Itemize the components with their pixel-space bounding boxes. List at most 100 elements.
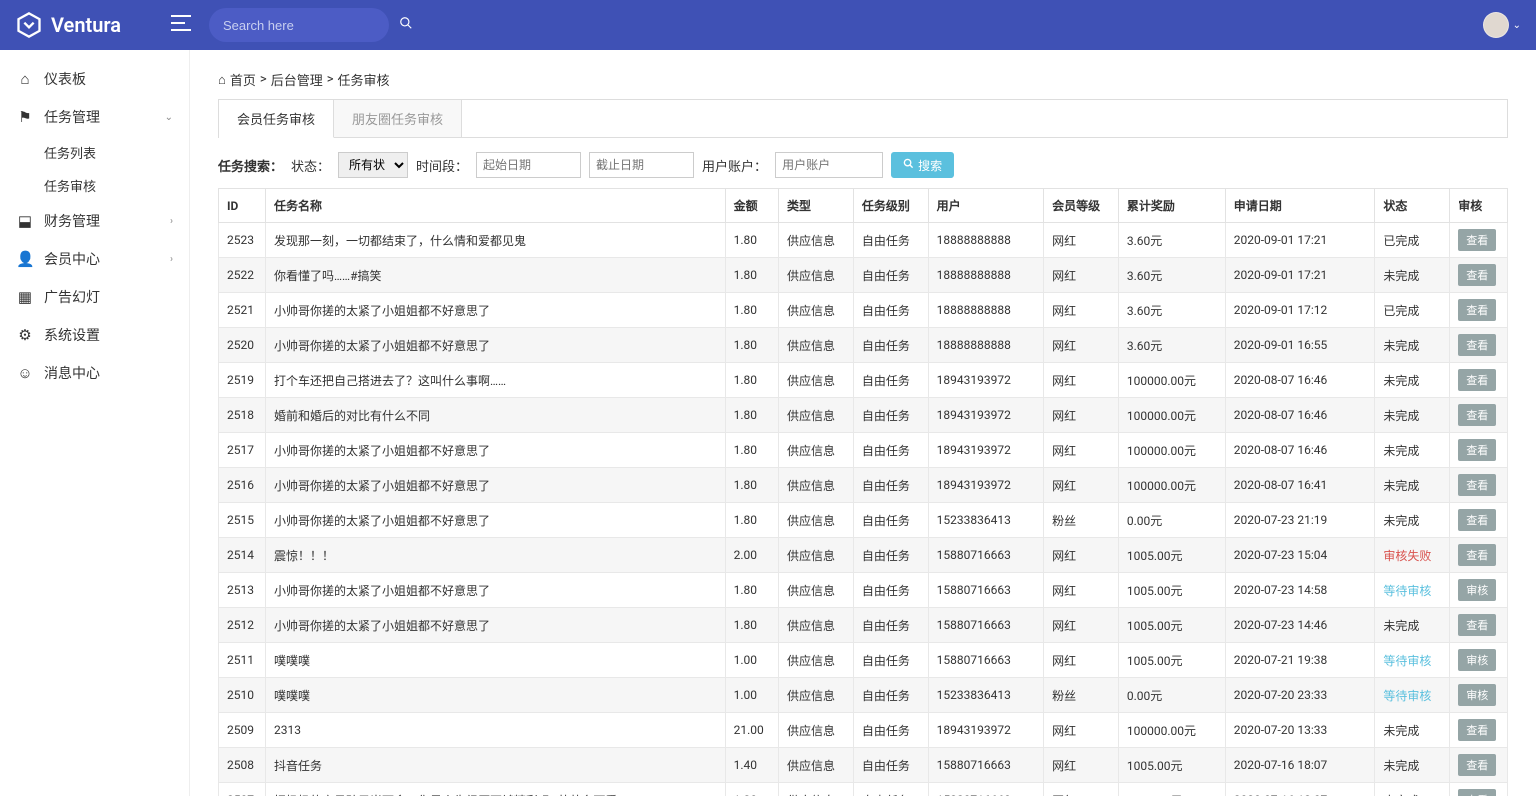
search-button[interactable]: 搜索 (891, 152, 954, 178)
row-action-button[interactable]: 审核 (1458, 649, 1496, 671)
cell-grade: 网红 (1044, 608, 1119, 643)
table-row: 2507把奶奶的宝贝孙子当雨伞，你是人生经历不够精彩吗#茶茶多可爱1.80供应信… (219, 783, 1508, 796)
breadcrumb-home[interactable]: 首页 (230, 70, 256, 89)
cell-id: 2510 (219, 678, 266, 713)
sidebar-item-member[interactable]: 👤 会员中心 › (0, 240, 189, 278)
cell-amount: 1.80 (725, 608, 778, 643)
search-icon (903, 158, 914, 172)
global-search[interactable] (209, 8, 389, 42)
filter-label: 任务搜索： (218, 156, 283, 175)
task-table: ID 任务名称 金额 类型 任务级别 用户 会员等级 累计奖励 申请日期 状态 … (218, 188, 1508, 796)
filter-bar: 任务搜索： 状态： 所有状态 时间段： 用户账户： 搜索 (218, 138, 1508, 188)
cell-user: 18943193972 (928, 468, 1043, 503)
cell-reward: 1005.00元 (1118, 573, 1225, 608)
cell-type: 供应信息 (779, 538, 854, 573)
row-action-button[interactable]: 查看 (1458, 264, 1496, 286)
cell-grade: 粉丝 (1044, 678, 1119, 713)
brand-text: Ventura (51, 13, 121, 37)
row-action-button[interactable]: 查看 (1458, 299, 1496, 321)
cell-name: 发现那一刻，一切都结束了，什么情和爱都见鬼 (266, 223, 726, 258)
cell-id: 2517 (219, 433, 266, 468)
cell-level: 自由任务 (853, 713, 928, 748)
breadcrumb-back[interactable]: 后台管理 (271, 70, 323, 89)
brand[interactable]: Ventura (15, 11, 121, 39)
cell-user: 18888888888 (928, 223, 1043, 258)
menu-toggle-icon[interactable] (171, 15, 191, 35)
sidebar-item-dashboard[interactable]: ⌂ 仪表板 (0, 60, 189, 98)
row-action-button[interactable]: 查看 (1458, 754, 1496, 776)
row-action-button[interactable]: 查看 (1458, 369, 1496, 391)
cell-user: 18943193972 (928, 713, 1043, 748)
cell-grade: 网红 (1044, 643, 1119, 678)
cell-grade: 网红 (1044, 538, 1119, 573)
sidebar-item-task-mgmt[interactable]: ⚑ 任务管理 ⌄ (0, 98, 189, 136)
row-action-button[interactable]: 审核 (1458, 579, 1496, 601)
cell-type: 供应信息 (779, 503, 854, 538)
cell-type: 供应信息 (779, 783, 854, 796)
sidebar-item-label: 财务管理 (44, 211, 100, 231)
cell-id: 2515 (219, 503, 266, 538)
sidebar-item-ad[interactable]: ▦ 广告幻灯 (0, 278, 189, 316)
account-input[interactable] (775, 152, 883, 178)
cell-id: 2519 (219, 363, 266, 398)
cell-amount: 1.80 (725, 503, 778, 538)
cell-amount: 1.80 (725, 223, 778, 258)
cell-level: 自由任务 (853, 433, 928, 468)
table-row: 2521小帅哥你搓的太紧了小姐姐都不好意思了1.80供应信息自由任务188888… (219, 293, 1508, 328)
cell-amount: 2.00 (725, 538, 778, 573)
row-action-button[interactable]: 查看 (1458, 439, 1496, 461)
cell-amount: 1.80 (725, 363, 778, 398)
start-date-input[interactable] (476, 152, 581, 178)
cell-status: 未完成 (1375, 468, 1450, 503)
cell-date: 2020-07-20 23:33 (1225, 678, 1375, 713)
cell-action: 查看 (1450, 293, 1508, 328)
row-action-button[interactable]: 查看 (1458, 614, 1496, 636)
search-icon[interactable] (399, 16, 413, 34)
row-action-button[interactable]: 查看 (1458, 404, 1496, 426)
cell-type: 供应信息 (779, 468, 854, 503)
col-id: ID (219, 189, 266, 223)
row-action-button[interactable]: 查看 (1458, 789, 1496, 796)
row-action-button[interactable]: 查看 (1458, 544, 1496, 566)
col-amount: 金额 (725, 189, 778, 223)
sidebar-item-task-review[interactable]: 任务审核 (0, 169, 189, 202)
sidebar-item-message[interactable]: ☺ 消息中心 (0, 354, 189, 392)
cell-reward: 1005.00元 (1118, 643, 1225, 678)
row-action-button[interactable]: 查看 (1458, 334, 1496, 356)
cell-status: 未完成 (1375, 783, 1450, 796)
table-row: 2509231321.00供应信息自由任务18943193972网红100000… (219, 713, 1508, 748)
cell-level: 自由任务 (853, 503, 928, 538)
user-icon: 👤 (16, 250, 34, 268)
col-grade: 会员等级 (1044, 189, 1119, 223)
cell-status: 未完成 (1375, 328, 1450, 363)
search-input[interactable] (223, 18, 399, 33)
cell-amount: 1.80 (725, 468, 778, 503)
table-row: 2523发现那一刻，一切都结束了，什么情和爱都见鬼1.80供应信息自由任务188… (219, 223, 1508, 258)
chevron-right-icon: › (170, 216, 173, 227)
flag-icon: ⚑ (16, 108, 34, 126)
cell-grade: 网红 (1044, 258, 1119, 293)
cell-user: 18943193972 (928, 398, 1043, 433)
cell-status: 已完成 (1375, 293, 1450, 328)
cell-action: 查看 (1450, 783, 1508, 796)
cell-action: 查看 (1450, 328, 1508, 363)
home-icon: ⌂ (218, 72, 226, 88)
row-action-button[interactable]: 查看 (1458, 474, 1496, 496)
cell-name: 抖音任务 (266, 748, 726, 783)
row-action-button[interactable]: 查看 (1458, 719, 1496, 741)
user-menu[interactable]: ⌄ (1483, 12, 1521, 38)
tab-moments-review[interactable]: 朋友圈任务审核 (334, 100, 462, 137)
cell-grade: 网红 (1044, 748, 1119, 783)
table-row: 2508抖音任务1.40供应信息自由任务15880716663网红1005.00… (219, 748, 1508, 783)
sidebar-item-system[interactable]: ⚙ 系统设置 (0, 316, 189, 354)
row-action-button[interactable]: 查看 (1458, 509, 1496, 531)
status-select[interactable]: 所有状态 (338, 152, 408, 178)
row-action-button[interactable]: 查看 (1458, 229, 1496, 251)
tab-member-review[interactable]: 会员任务审核 (219, 100, 334, 138)
sidebar-item-finance[interactable]: ⬓ 财务管理 › (0, 202, 189, 240)
row-action-button[interactable]: 审核 (1458, 684, 1496, 706)
end-date-input[interactable] (589, 152, 694, 178)
cell-user: 18943193972 (928, 363, 1043, 398)
sidebar-item-task-list[interactable]: 任务列表 (0, 136, 189, 169)
cell-date: 2020-07-23 21:19 (1225, 503, 1375, 538)
